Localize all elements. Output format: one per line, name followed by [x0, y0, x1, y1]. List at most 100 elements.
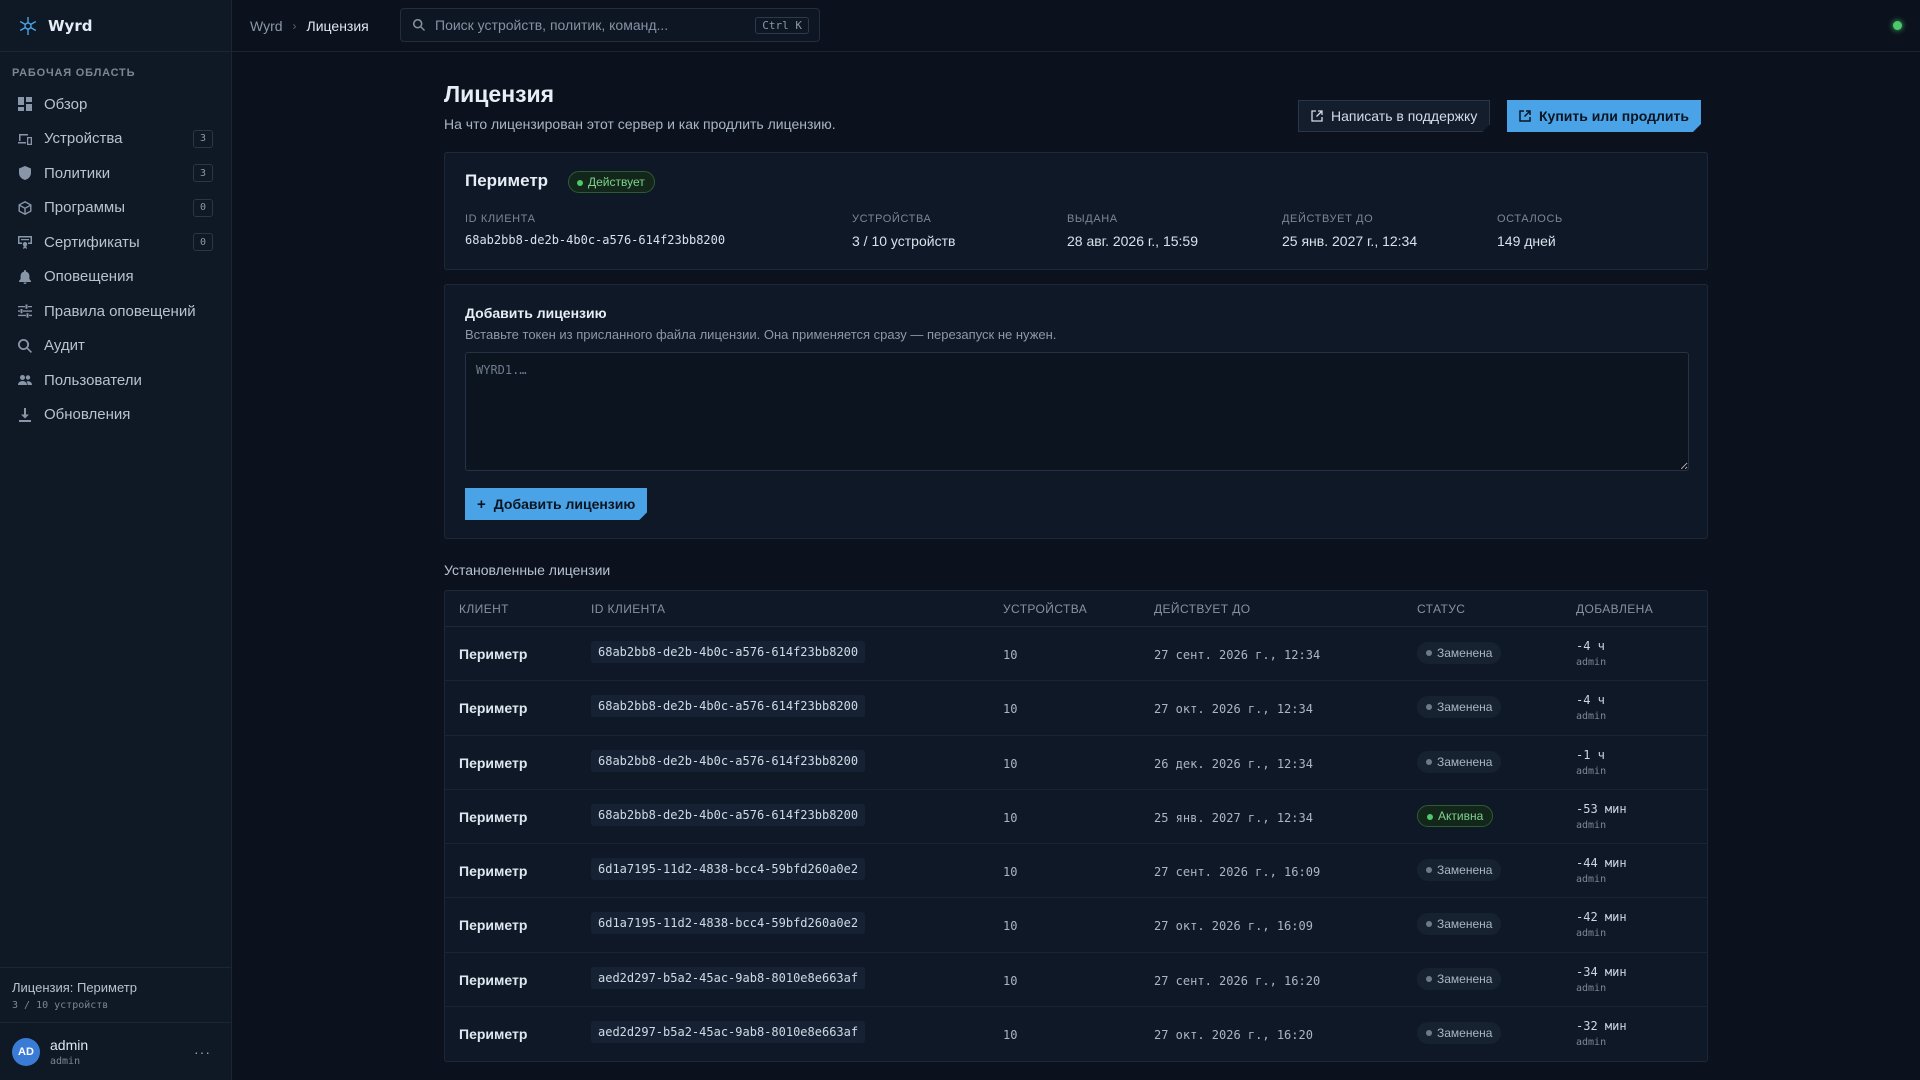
cell-client-id[interactable]: 6d1a7195-11d2-4838-bcc4-59bfd260a0e2: [591, 858, 866, 881]
field-value: 28 авг. 2026 г., 15:59: [1067, 233, 1198, 249]
status-badge: Заменена: [1417, 642, 1502, 664]
field-label: ВЫДАНА: [1067, 213, 1118, 225]
table-body: Периметр 68ab2bb8-de2b-4b0c-a576-614f23bb…: [445, 627, 1707, 1061]
sidebar-item-updates[interactable]: Обновления: [0, 398, 231, 433]
search-icon: [18, 338, 32, 353]
added-time: -34 мин: [1576, 964, 1627, 979]
cell-added: -32 мин admin: [1576, 1019, 1627, 1048]
certificate-icon: [18, 235, 32, 250]
cell-added: -44 мин admin: [1576, 856, 1627, 885]
table-row[interactable]: Периметр 68ab2bb8-de2b-4b0c-a576-614f23bb…: [445, 681, 1707, 736]
cell-devices: 10: [1003, 973, 1018, 988]
add-license-button[interactable]: + Добавить лицензию: [465, 488, 647, 520]
cell-client-id[interactable]: 6d1a7195-11d2-4838-bcc4-59bfd260a0e2: [591, 912, 866, 935]
cell-client-id[interactable]: aed2d297-b5a2-45ac-9ab8-8010e8e663af: [591, 1021, 866, 1044]
added-time: -53 мин: [1576, 801, 1627, 816]
license-name: Периметр: [465, 171, 549, 190]
field-label: ОСТАЛОСЬ: [1497, 213, 1563, 225]
cell-client: Периметр: [459, 808, 528, 825]
table-row[interactable]: Периметр 68ab2bb8-de2b-4b0c-a576-614f23bb…: [445, 627, 1707, 682]
cell-client: Периметр: [459, 971, 528, 988]
sidebar-item-certificates[interactable]: Сертификаты 0: [0, 225, 231, 260]
table-row[interactable]: Периметр 68ab2bb8-de2b-4b0c-a576-614f23bb…: [445, 790, 1707, 845]
cell-valid-until: 27 сент. 2026 г., 12:34: [1154, 648, 1321, 662]
column-header-status[interactable]: СТАТУС: [1417, 602, 1465, 616]
sidebar-item-audit[interactable]: Аудит: [0, 329, 231, 364]
cell-client-id[interactable]: 68ab2bb8-de2b-4b0c-a576-614f23bb8200: [591, 749, 866, 772]
cell-client-id[interactable]: 68ab2bb8-de2b-4b0c-a576-614f23bb8200: [591, 695, 866, 718]
field-value: 68ab2bb8-de2b-4b0c-a576-614f23bb8200: [465, 233, 726, 247]
table-row[interactable]: Периметр 6d1a7195-11d2-4838-bcc4-59bfd260…: [445, 898, 1707, 953]
added-by: admin: [1576, 928, 1607, 940]
cell-devices: 10: [1003, 648, 1018, 662]
field-label: УСТРОЙСТВА: [852, 213, 932, 225]
sidebar-item-users[interactable]: Пользователи: [0, 363, 231, 398]
table-row[interactable]: Периметр 6d1a7195-11d2-4838-bcc4-59bfd260…: [445, 844, 1707, 899]
column-header-client-id[interactable]: ID КЛИЕНТА: [591, 602, 665, 616]
column-header-devices[interactable]: УСТРОЙСТВА: [1003, 602, 1087, 616]
cell-client-id[interactable]: 68ab2bb8-de2b-4b0c-a576-614f23bb8200: [591, 641, 866, 663]
status-badge: Заменена: [1417, 750, 1502, 773]
sidebar: Wyrd РАБОЧАЯ ОБЛАСТЬ Обзор Устройства 3 …: [0, 0, 232, 1080]
count-badge: 3: [193, 164, 213, 182]
sidebar-license-summary[interactable]: Лицензия: Периметр 3 / 10 устройств: [0, 967, 231, 1023]
sidebar-item-devices[interactable]: Устройства 3: [0, 122, 231, 157]
column-header-added[interactable]: ДОБАВЛЕНА: [1576, 602, 1653, 616]
buy-or-renew-label: Купить или продлить: [1539, 108, 1689, 124]
avatar: AD: [12, 1038, 40, 1066]
cell-added: -53 мин admin: [1576, 802, 1627, 831]
sidebar-item-alert-rules[interactable]: Правила оповещений: [0, 294, 231, 329]
column-header-client[interactable]: КЛИЕНТ: [459, 602, 509, 616]
cell-client-id[interactable]: 68ab2bb8-de2b-4b0c-a576-614f23bb8200: [591, 803, 866, 826]
cell-client: Периметр: [459, 754, 528, 771]
table-row[interactable]: Периметр 68ab2bb8-de2b-4b0c-a576-614f23bb…: [445, 736, 1707, 790]
user-name: admin: [50, 1037, 89, 1053]
sidebar-item-label: Аудит: [44, 337, 85, 355]
grid-icon: [18, 97, 32, 112]
sidebar-item-alerts[interactable]: Оповещения: [0, 260, 231, 295]
added-by: admin: [1576, 765, 1607, 777]
shield-icon: [18, 166, 32, 181]
cell-devices: 10: [1003, 810, 1018, 825]
brand[interactable]: Wyrd: [0, 0, 231, 52]
cell-client-id[interactable]: aed2d297-b5a2-45ac-9ab8-8010e8e663af: [591, 966, 866, 989]
added-by: admin: [1576, 1037, 1607, 1049]
buy-or-renew-button[interactable]: Купить или продлить: [1507, 100, 1701, 132]
column-header-valid-until[interactable]: ДЕЙСТВУЕТ ДО: [1154, 602, 1251, 616]
sidebar-license-usage: 3 / 10 устройств: [12, 1000, 109, 1011]
status-badge: Заменена: [1417, 913, 1502, 936]
cell-valid-until: 27 сент. 2026 г., 16:20: [1154, 973, 1321, 988]
current-license-card: Периметр Действует ID КЛИЕНТА 68ab2bb8-d…: [444, 152, 1708, 270]
bell-icon: [18, 269, 32, 284]
sidebar-item-label: Правила оповещений: [44, 302, 196, 320]
sidebar-item-label: Программы: [44, 199, 126, 217]
status-badge: Заменена: [1417, 696, 1502, 719]
sidebar-user[interactable]: AD admin admin ···: [0, 1024, 231, 1080]
cell-client: Периметр: [459, 863, 528, 880]
more-icon[interactable]: ···: [194, 1044, 211, 1060]
package-icon: [18, 200, 32, 215]
installed-licenses-table: КЛИЕНТ ID КЛИЕНТА УСТРОЙСТВА ДЕЙСТВУЕТ Д…: [444, 590, 1708, 1063]
sidebar-item-label: Устройства: [44, 130, 123, 148]
cell-devices: 10: [1003, 1028, 1018, 1043]
sidebar-item-label: Политики: [44, 164, 111, 182]
field-value: 25 янв. 2027 г., 12:34: [1282, 233, 1418, 249]
table-row[interactable]: Периметр aed2d297-b5a2-45ac-9ab8-8010e8e6…: [445, 1007, 1707, 1061]
page-subtitle: На что лицензирован этот сервер и как пр…: [444, 116, 836, 132]
sidebar-item-label: Оповещения: [44, 268, 134, 286]
table-header: КЛИЕНТ ID КЛИЕНТА УСТРОЙСТВА ДЕЙСТВУЕТ Д…: [445, 591, 1707, 627]
sidebar-item-overview[interactable]: Обзор: [0, 87, 231, 122]
search-shortcut: Ctrl K: [755, 17, 809, 34]
contact-support-button[interactable]: Написать в поддержку: [1298, 100, 1490, 132]
page-title: Лицензия: [444, 81, 555, 107]
sidebar-item-policies[interactable]: Политики 3: [0, 156, 231, 191]
users-icon: [18, 373, 32, 387]
search-input[interactable]: Поиск устройств, политик, команд... Ctrl…: [400, 8, 820, 42]
table-row[interactable]: Периметр aed2d297-b5a2-45ac-9ab8-8010e8e6…: [445, 953, 1707, 1008]
breadcrumb-root[interactable]: Wyrd: [250, 18, 283, 34]
license-token-input[interactable]: [465, 352, 1689, 471]
sidebar-item-programs[interactable]: Программы 0: [0, 191, 231, 226]
status-badge: Действует: [568, 171, 655, 193]
search-placeholder: Поиск устройств, политик, команд...: [435, 17, 669, 33]
cell-client: Периметр: [459, 1026, 528, 1043]
